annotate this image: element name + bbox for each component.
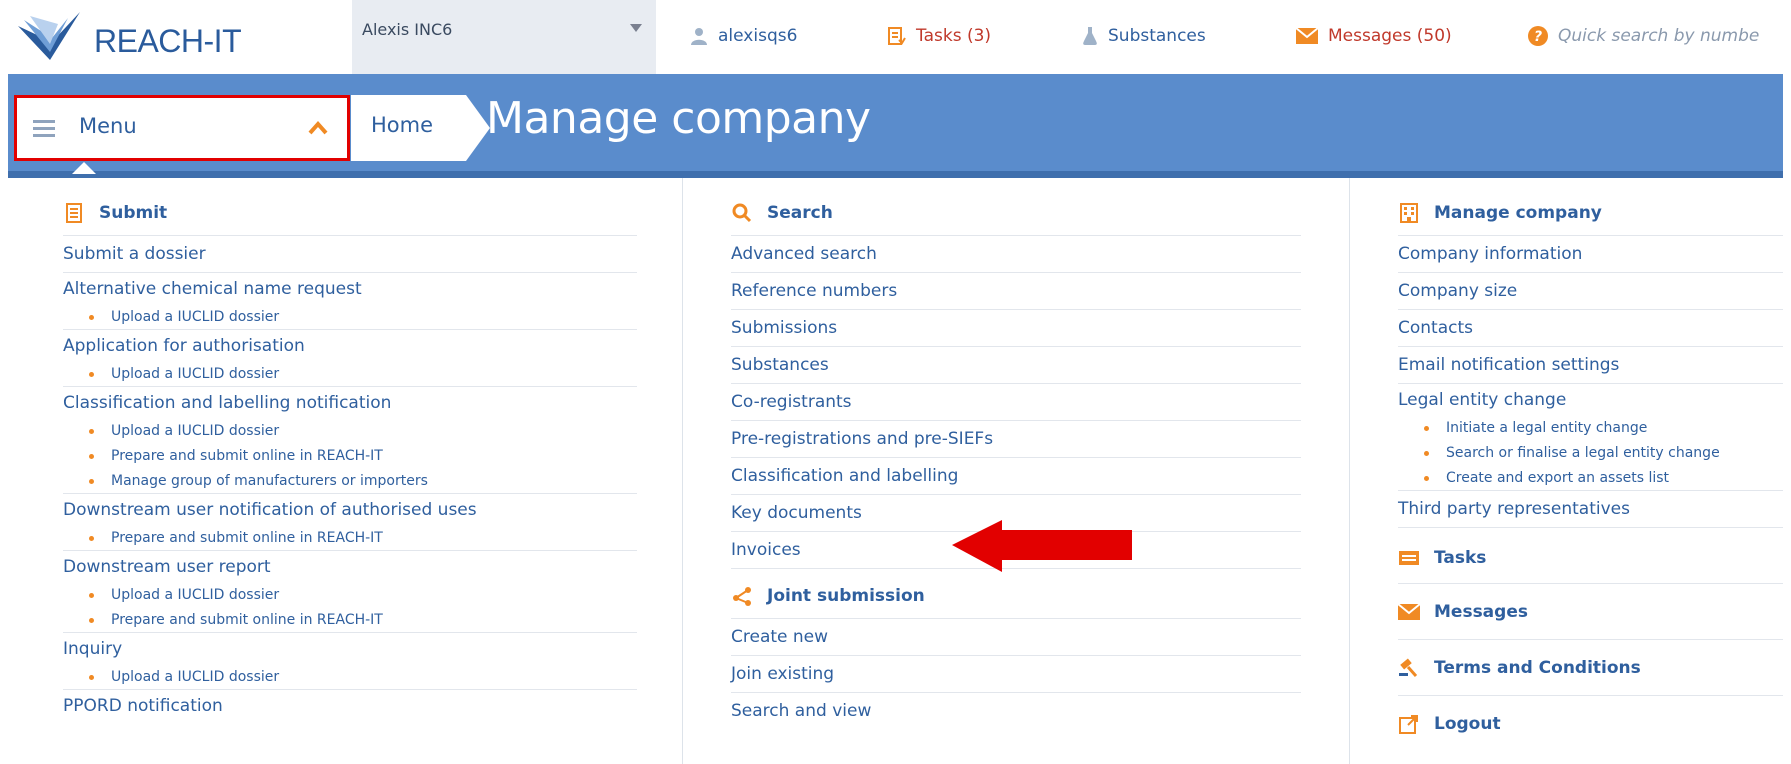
joint-search-view-link[interactable]: Search and view — [731, 693, 1301, 730]
user-account-link[interactable]: alexisqs6 — [690, 24, 797, 48]
inquiry-link[interactable]: Inquiry — [63, 633, 637, 665]
substances-label: Substances — [1108, 26, 1206, 46]
ppord-notification-link[interactable]: PPORD notification — [63, 690, 637, 722]
envelope-icon — [1296, 28, 1318, 44]
annotation-arrow-icon — [952, 520, 1132, 572]
tasks-icon — [1398, 547, 1420, 569]
inquiry-upload-link[interactable]: Upload a IUCLID dossier — [63, 665, 637, 690]
menu-pointer-notch — [72, 162, 96, 174]
substances-link[interactable]: Substances — [1082, 24, 1206, 48]
cl-notification-link[interactable]: Classification and labelling notificatio… — [63, 387, 637, 419]
breadcrumb-home-label: Home — [371, 113, 434, 137]
tasks-section-title: Tasks — [1434, 547, 1487, 568]
company-select[interactable]: Alexis INC6 — [352, 0, 656, 74]
page-title: Manage company — [486, 93, 871, 144]
co-registrants-link[interactable]: Co-registrants — [731, 384, 1301, 421]
submissions-link[interactable]: Submissions — [731, 310, 1301, 347]
quick-search-input[interactable]: ? Quick search by numbe — [1528, 24, 1791, 48]
document-list-icon — [63, 202, 85, 224]
submit-column: Submit Submit a dossier Alternative chem… — [63, 190, 637, 722]
messages-link[interactable]: Messages (50) — [1296, 24, 1452, 48]
alternative-chemical-name-link[interactable]: Alternative chemical name request — [63, 273, 637, 305]
menu-toggle-button[interactable]: Menu — [14, 95, 350, 161]
joint-join-existing-link[interactable]: Join existing — [731, 656, 1301, 693]
messages-section-header[interactable]: Messages — [1398, 584, 1783, 640]
du-notification-link[interactable]: Downstream user notification of authoris… — [63, 494, 637, 526]
messages-label: Messages (50) — [1328, 26, 1452, 46]
authorisation-upload-link[interactable]: Upload a IUCLID dossier — [63, 362, 637, 387]
company-select-value: Alexis INC6 — [362, 20, 453, 39]
pre-registrations-link[interactable]: Pre-registrations and pre-SIEFs — [731, 421, 1301, 458]
email-notification-settings-link[interactable]: Email notification settings — [1398, 347, 1783, 384]
tasks-label: Tasks (3) — [916, 26, 992, 46]
cl-manage-group-link[interactable]: Manage group of manufacturers or importe… — [63, 469, 637, 494]
building-icon — [1398, 202, 1420, 224]
third-party-representatives-link[interactable]: Third party representatives — [1398, 491, 1783, 528]
gavel-icon — [1398, 657, 1420, 679]
user-icon — [691, 28, 707, 45]
user-name: alexisqs6 — [718, 26, 798, 46]
du-report-upload-link[interactable]: Upload a IUCLID dossier — [63, 583, 637, 608]
breadcrumb-home[interactable]: Home — [351, 95, 466, 161]
tasks-section-header[interactable]: Tasks — [1398, 532, 1783, 584]
tasks-icon — [888, 27, 906, 45]
quick-search-placeholder: Quick search by numbe — [1558, 26, 1760, 46]
joint-submission-title: Joint submission — [767, 585, 925, 606]
classification-labelling-link[interactable]: Classification and labelling — [731, 458, 1301, 495]
reach-it-logo-mark — [18, 12, 80, 60]
envelope-icon — [1398, 601, 1420, 623]
submit-dossier-link[interactable]: Submit a dossier — [63, 236, 637, 273]
create-export-assets-link[interactable]: Create and export an assets list — [1398, 466, 1783, 491]
svg-text:?: ? — [1534, 29, 1542, 45]
alt-name-upload-link[interactable]: Upload a IUCLID dossier — [63, 305, 637, 330]
reference-numbers-link[interactable]: Reference numbers — [731, 273, 1301, 310]
flask-icon — [1083, 27, 1097, 45]
cl-upload-link[interactable]: Upload a IUCLID dossier — [63, 419, 637, 444]
du-report-prepare-link[interactable]: Prepare and submit online in REACH-IT — [63, 608, 637, 633]
manage-company-column: Manage company Company information Compa… — [1398, 190, 1783, 752]
hamburger-icon — [33, 120, 55, 141]
search-icon — [731, 202, 753, 224]
chevron-up-icon — [308, 120, 328, 135]
submit-section-header: Submit — [63, 190, 637, 236]
initiate-legal-entity-change-link[interactable]: Initiate a legal entity change — [1398, 416, 1783, 441]
title-band-shadow — [8, 171, 1783, 178]
column-divider — [682, 178, 683, 764]
search-section-title: Search — [767, 202, 833, 223]
search-finalise-legal-entity-link[interactable]: Search or finalise a legal entity change — [1398, 441, 1783, 466]
advanced-search-link[interactable]: Advanced search — [731, 236, 1301, 273]
search-column: Search Advanced search Reference numbers… — [731, 190, 1301, 730]
menu-label: Menu — [79, 114, 137, 138]
du-notification-prepare-link[interactable]: Prepare and submit online in REACH-IT — [63, 526, 637, 551]
tasks-link[interactable]: Tasks (3) — [886, 24, 991, 48]
joint-create-new-link[interactable]: Create new — [731, 619, 1301, 656]
company-information-link[interactable]: Company information — [1398, 236, 1783, 273]
manage-company-title: Manage company — [1434, 202, 1602, 223]
company-size-link[interactable]: Company size — [1398, 273, 1783, 310]
top-header: REACH-IT Alexis INC6 alexisqs6 Tasks (3)… — [0, 0, 1791, 74]
caret-down-icon — [630, 24, 642, 32]
share-icon — [731, 585, 753, 607]
terms-section-title: Terms and Conditions — [1434, 657, 1641, 678]
column-divider — [1349, 178, 1350, 764]
logo-text: REACH-IT — [94, 23, 242, 59]
help-icon[interactable]: ? — [1528, 26, 1548, 46]
contacts-link[interactable]: Contacts — [1398, 310, 1783, 347]
joint-submission-section-header: Joint submission — [731, 573, 1301, 619]
legal-entity-change-link[interactable]: Legal entity change — [1398, 384, 1783, 416]
cl-prepare-online-link[interactable]: Prepare and submit online in REACH-IT — [63, 444, 637, 469]
application-authorisation-link[interactable]: Application for authorisation — [63, 330, 637, 362]
manage-company-section-header: Manage company — [1398, 190, 1783, 236]
messages-section-title: Messages — [1434, 601, 1528, 622]
reach-it-logo[interactable]: REACH-IT — [16, 12, 256, 62]
terms-section-header[interactable]: Terms and Conditions — [1398, 640, 1783, 696]
search-section-header: Search — [731, 190, 1301, 236]
submit-section-title: Submit — [99, 202, 168, 223]
logout-section-header[interactable]: Logout — [1398, 696, 1783, 752]
logout-section-title: Logout — [1434, 714, 1501, 734]
substances-search-link[interactable]: Substances — [731, 347, 1301, 384]
logout-icon — [1398, 713, 1420, 735]
du-report-link[interactable]: Downstream user report — [63, 551, 637, 583]
